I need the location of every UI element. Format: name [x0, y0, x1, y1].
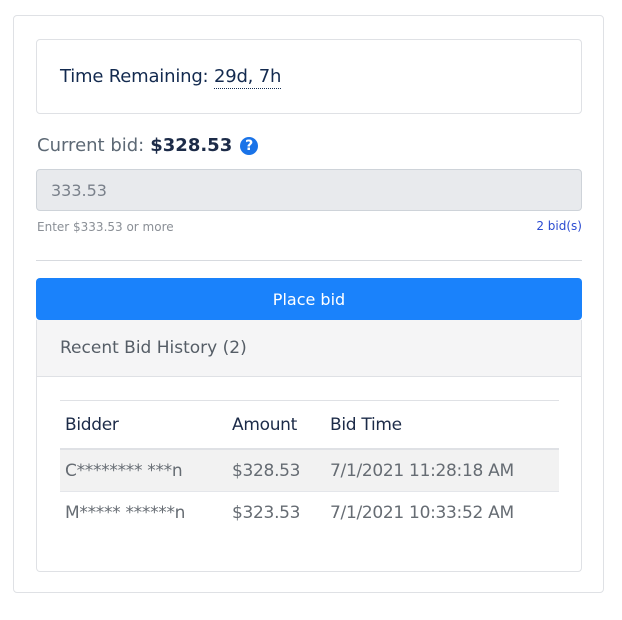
- bidder-cell: M***** ******n: [65, 502, 186, 523]
- column-header-amount: Amount: [227, 400, 325, 450]
- bidder-cell: C******** ***n: [60, 449, 227, 492]
- time-remaining: Time Remaining: 29d, 7h: [60, 66, 281, 89]
- column-header-bid-time: Bid Time: [325, 400, 559, 450]
- table-row: C******** ***n $328.53 7/1/2021 11:28:18…: [60, 449, 559, 492]
- amount-cell: $328.53: [227, 449, 325, 492]
- bid-history-card: Recent Bid History (2) Bidder Amount Bid…: [36, 320, 582, 572]
- time-remaining-box: Time Remaining: 29d, 7h: [36, 39, 582, 114]
- bid-history-title: Recent Bid History (2): [37, 320, 581, 377]
- bid-amount-input[interactable]: [36, 169, 582, 211]
- amount-cell: $323.53: [232, 502, 301, 523]
- current-bid: Current bid: $328.53 ?: [37, 135, 259, 156]
- bid-time-cell: 7/1/2021 10:33:52 AM: [330, 502, 514, 523]
- bid-history-table: Bidder Amount Bid Time C******** ***n $3…: [60, 400, 559, 533]
- column-header-bidder: Bidder: [60, 400, 227, 450]
- place-bid-button[interactable]: Place bid: [36, 278, 582, 320]
- bid-time-cell: 7/1/2021 11:28:18 AM: [325, 449, 559, 492]
- minimum-bid-hint: Enter $333.53 or more: [37, 220, 174, 234]
- question-circle-icon[interactable]: ?: [240, 136, 259, 155]
- table-header-row: Bidder Amount Bid Time: [60, 400, 559, 450]
- table-row: M***** ******n $323.53 7/1/2021 10:33:52…: [60, 492, 559, 534]
- bid-count-link[interactable]: 2 bid(s): [536, 219, 582, 233]
- time-remaining-label: Time Remaining:: [60, 66, 209, 87]
- time-remaining-value[interactable]: 29d, 7h: [213, 66, 281, 89]
- divider: [36, 260, 582, 261]
- current-bid-amount: $328.53: [150, 135, 233, 156]
- current-bid-label: Current bid:: [37, 135, 145, 156]
